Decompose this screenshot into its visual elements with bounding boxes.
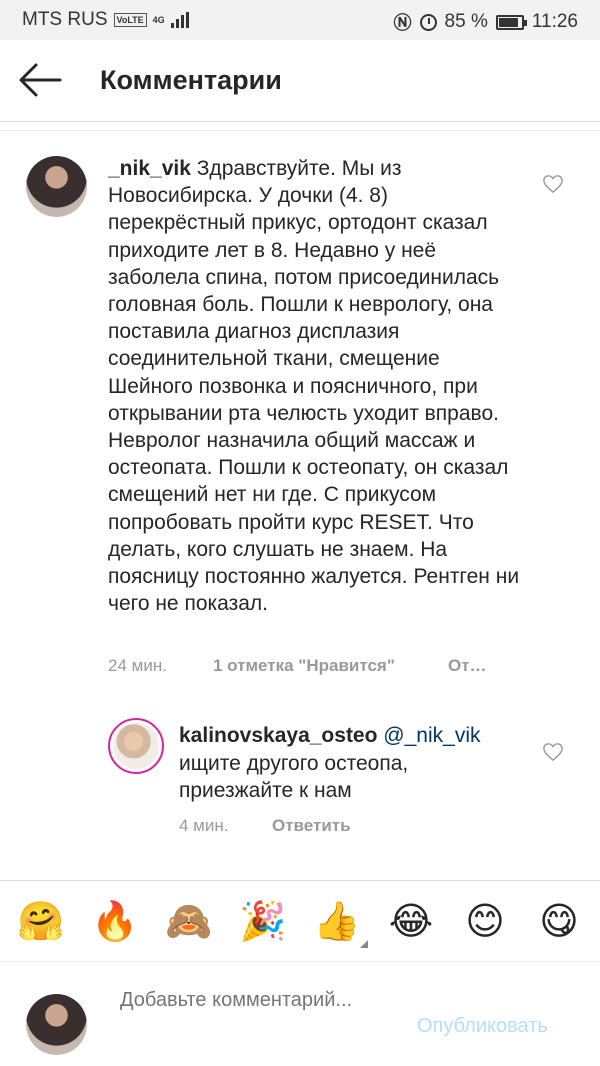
mention-link[interactable]: @_nik_vik: [383, 724, 480, 747]
see-no-evil-monkey-emoji[interactable]: 🙈: [158, 901, 220, 941]
comment-body: Здравствуйте. Мы из Новосибирска. У дочк…: [108, 157, 520, 616]
comment-meta: 24 мин. 1 отметка "Нравится" От…: [108, 656, 487, 676]
current-user-avatar: [26, 994, 87, 1055]
tears-of-joy-emoji[interactable]: 😂: [380, 901, 442, 941]
likes-count-link[interactable]: 1 отметка "Нравится": [213, 656, 448, 676]
alarm-icon: [419, 13, 437, 31]
battery-percent: 85 %: [444, 11, 488, 32]
comment-text: _nik_vik Здравствуйте. Мы из Новосибирск…: [108, 155, 528, 617]
status-right: Ⓝ 85 % 11:26: [394, 9, 578, 35]
reply-link[interactable]: От…: [448, 656, 487, 676]
reply-body: ищите другого остеопа, приезжайте к нам: [179, 751, 409, 803]
reply-link[interactable]: Ответить: [272, 816, 351, 836]
smiling-face-emoji[interactable]: 😊: [454, 901, 516, 941]
page-title: Комментарии: [100, 65, 282, 95]
avatar-kalinovskaya-osteo[interactable]: [108, 718, 164, 774]
yum-face-emoji[interactable]: 😋: [528, 901, 590, 941]
reply-time: 4 мин.: [179, 816, 229, 835]
reply-text: kalinovskaya_osteo @_nik_vik ищите друго…: [179, 722, 519, 805]
reply-username[interactable]: kalinovskaya_osteo: [179, 724, 377, 747]
skin-tone-indicator-icon: [360, 940, 368, 948]
party-popper-emoji[interactable]: 🎉: [232, 901, 294, 941]
avatar-nik-vik[interactable]: [26, 156, 87, 217]
divider: [0, 130, 600, 131]
publish-button[interactable]: Опубликовать: [417, 1015, 548, 1038]
heart-icon[interactable]: [542, 174, 564, 194]
carrier-name: MTS RUS: [22, 9, 108, 30]
comment-input[interactable]: [120, 986, 400, 1042]
comment-time: 24 мин.: [108, 656, 167, 675]
signal-icon: [170, 12, 189, 28]
heart-icon[interactable]: [542, 742, 564, 762]
thumbs-up-emoji[interactable]: 👍: [306, 901, 368, 941]
status-left: MTS RUS VoLTE 4G: [22, 9, 189, 31]
arrow-left-icon: [19, 63, 62, 97]
nfc-icon: Ⓝ: [393, 13, 412, 33]
emoji-bar: 🤗 🔥 🙈 🎉 👍 😂 😊 😋: [0, 880, 600, 962]
volte-icon: VoLTE: [113, 13, 147, 27]
hugging-face-emoji[interactable]: 🤗: [10, 901, 72, 941]
status-bar: MTS RUS VoLTE 4G Ⓝ 85 % 11:26: [0, 0, 600, 40]
battery-icon: [495, 14, 527, 30]
back-button[interactable]: [18, 62, 62, 98]
app-header: Комментарии: [0, 40, 600, 122]
fire-emoji[interactable]: 🔥: [84, 901, 146, 941]
network-type: 4G: [152, 14, 165, 25]
reply-meta: 4 мин. Ответить: [179, 816, 351, 836]
comment-username[interactable]: _nik_vik: [108, 157, 191, 180]
clock: 11:26: [531, 11, 578, 32]
